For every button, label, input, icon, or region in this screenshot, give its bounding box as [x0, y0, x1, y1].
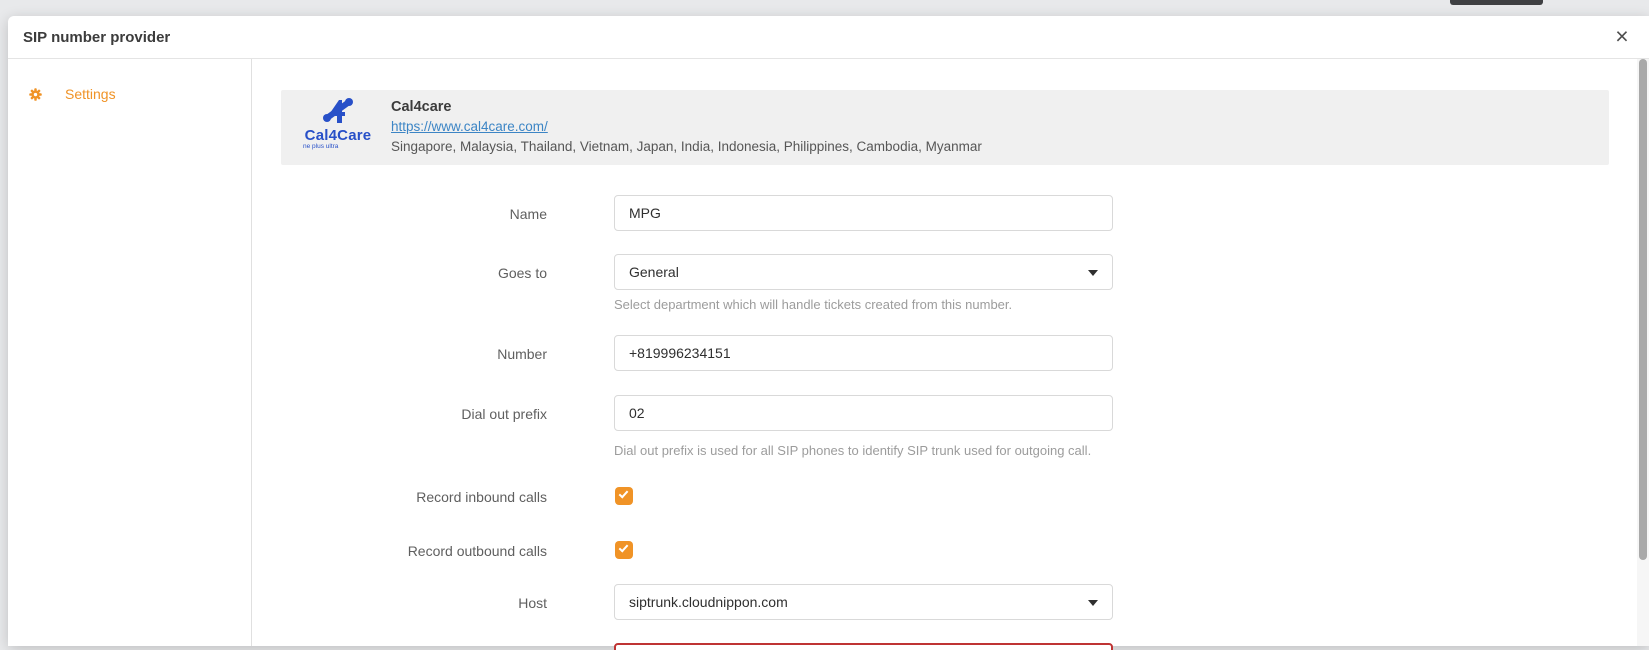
cal4care-logo: Cal4Care ne plus ultra — [297, 94, 379, 161]
name-label: Name — [510, 206, 547, 222]
number-label: Number — [497, 346, 547, 362]
goes-to-label: Goes to — [498, 265, 547, 281]
dial-out-prefix-helper: Dial out prefix is used for all SIP phon… — [614, 443, 1091, 458]
host-label: Host — [518, 595, 547, 611]
name-input[interactable] — [614, 195, 1113, 231]
scrollbar-thumb[interactable] — [1639, 59, 1647, 560]
host-selected-value: siptrunk.cloudnippon.com — [629, 594, 788, 610]
phone-4-logo-icon — [297, 94, 379, 128]
goes-to-select[interactable]: General — [614, 254, 1113, 290]
logo-wordmark: Cal4Care — [297, 128, 379, 143]
close-icon[interactable]: × — [1608, 23, 1636, 51]
record-inbound-checkbox[interactable] — [615, 487, 633, 505]
error-field-input[interactable] — [614, 643, 1113, 650]
goes-to-selected-value: General — [629, 264, 679, 280]
provider-name: Cal4care — [391, 97, 982, 117]
settings-sidebar: Settings — [8, 59, 252, 646]
provider-card: Cal4Care ne plus ultra Cal4care https://… — [281, 90, 1609, 165]
page-backdrop: SIP number provider × — [0, 0, 1649, 650]
sidebar-item-settings[interactable]: Settings — [28, 86, 116, 102]
number-input[interactable] — [614, 335, 1113, 371]
modal-scrollbar — [1637, 59, 1649, 646]
check-icon — [619, 542, 629, 552]
gear-icon — [28, 87, 43, 102]
provider-url-link[interactable]: https://www.cal4care.com/ — [391, 117, 548, 137]
host-select[interactable]: siptrunk.cloudnippon.com — [614, 584, 1113, 620]
check-icon — [619, 488, 629, 498]
provider-countries: Singapore, Malaysia, Thailand, Vietnam, … — [391, 137, 982, 157]
goes-to-helper: Select department which will handle tick… — [614, 297, 1012, 312]
dial-out-prefix-label: Dial out prefix — [461, 406, 547, 422]
modal-title: SIP number provider — [23, 16, 170, 59]
browser-notch-bar — [1450, 0, 1543, 5]
record-outbound-checkbox[interactable] — [615, 541, 633, 559]
chevron-down-icon — [1088, 600, 1098, 606]
sidebar-item-label: Settings — [65, 86, 116, 102]
logo-tagline: ne plus ultra — [303, 143, 379, 151]
record-outbound-label: Record outbound calls — [408, 543, 547, 559]
dial-out-prefix-input[interactable] — [614, 395, 1113, 431]
sip-provider-modal: SIP number provider × — [8, 16, 1649, 646]
provider-info: Cal4care https://www.cal4care.com/ Singa… — [391, 97, 982, 157]
chevron-down-icon — [1088, 270, 1098, 276]
record-inbound-label: Record inbound calls — [416, 489, 547, 505]
modal-header: SIP number provider × — [8, 16, 1649, 59]
